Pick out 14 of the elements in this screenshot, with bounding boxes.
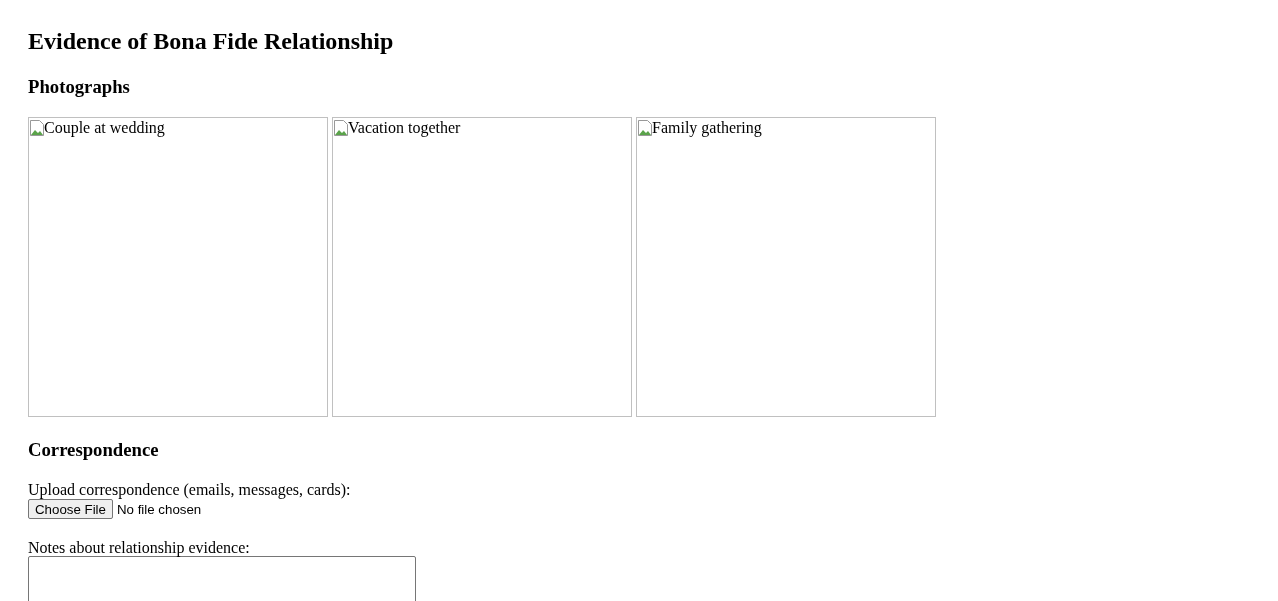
image-alt-text: Vacation together (348, 119, 461, 137)
broken-image-icon (638, 120, 652, 136)
broken-image-icon (334, 120, 348, 136)
notes-field[interactable] (28, 556, 416, 601)
section-heading: Correspondence (28, 439, 160, 461)
section-heading: Photographs (28, 76, 131, 98)
image-alt-text: Couple at wedding (44, 119, 165, 137)
choose-file-button[interactable]: Choose File (28, 499, 113, 519)
image-alt-text: Family gathering (652, 119, 762, 137)
file-status: No file chosen (116, 501, 202, 517)
page-title: Evidence of Bona Fide Relationship (28, 27, 395, 55)
field-label: Upload correspondence (emails, messages, cards): (28, 481, 352, 498)
broken-image-icon (30, 120, 44, 136)
field-label: Notes about relationship evidence: (28, 539, 251, 556)
